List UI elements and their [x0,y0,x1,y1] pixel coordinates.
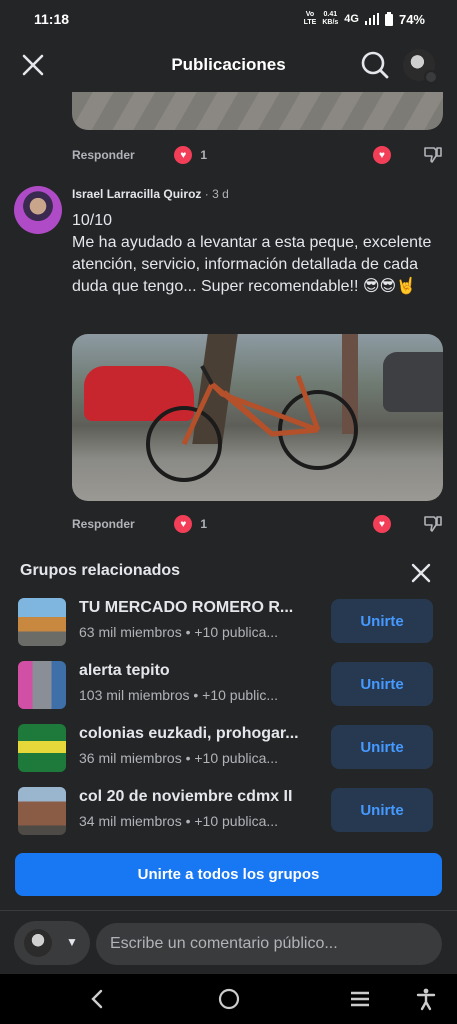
recent-apps-icon[interactable] [348,987,372,1011]
groups-title: Grupos relacionados [20,562,181,579]
love-react-button-icon[interactable]: ♥ [373,146,391,164]
comment-text: 10/10 Me ha ayudado a levantar a esta pe… [72,210,432,298]
network-speed-value: 0.41 [323,11,338,18]
caret-down-icon: ▼ [66,935,78,949]
comment-author[interactable]: Israel Larracilla Quiroz · 3 d [72,187,229,201]
avatar [24,929,52,957]
battery-icon [384,12,393,26]
group-name[interactable]: col 20 de noviembre cdmx II [79,788,309,806]
love-reaction-icon: ♥ [174,515,193,533]
author-avatar[interactable] [14,186,62,234]
search-icon[interactable] [360,50,390,80]
previous-comment-photo[interactable] [72,92,443,130]
signal-icon [364,13,379,25]
reply-button[interactable]: Responder [72,517,135,531]
close-icon[interactable] [20,52,46,78]
volte-indicator: Vo LTE [303,11,317,26]
profile-avatar-button[interactable] [403,49,438,84]
love-reaction-icon: ♥ [174,146,193,164]
app-bar: Publicaciones [0,38,457,92]
join-group-button[interactable]: Unirte [331,725,433,769]
reaction-count[interactable]: 1 [200,148,207,162]
chevron-down-icon [424,70,438,84]
battery-percent: 74% [398,11,425,27]
group-name[interactable]: TU MERCADO ROMERO R... [79,599,309,617]
comment-photo[interactable] [72,334,443,501]
comment-body: Me ha ayudado a levantar a esta peque, e… [72,234,432,295]
group-meta: 34 mil miembros • +10 publica... [79,813,279,829]
join-all-groups-button[interactable]: Unirte a todos los grupos [15,853,442,896]
group-thumbnail [18,598,66,646]
comment-actions: Responder ♥ 1 ♥ [72,512,443,536]
comment-rating: 10/10 [72,212,113,229]
network-speed-unit: KB/s [322,19,339,26]
love-react-button-icon[interactable]: ♥ [373,515,391,533]
page-title: Publicaciones [171,55,286,74]
status-bar: 11:18 Vo LTE 0.41 KB/s 4G 74% [0,0,457,38]
previous-comment-actions: Responder ♥ 1 ♥ [72,143,443,167]
network-type: 4G [344,13,359,25]
join-group-button[interactable]: Unirte [331,788,433,832]
dislike-icon[interactable] [423,145,443,165]
comment-composer: ▼ [0,910,457,974]
back-icon[interactable] [86,987,110,1011]
group-item[interactable]: TU MERCADO ROMERO R... 63 mil miembros •… [18,597,438,647]
group-name[interactable]: colonias euzkadi, prohogar... [79,725,309,743]
group-thumbnail [18,661,66,709]
join-group-button[interactable]: Unirte [331,599,433,643]
group-thumbnail [18,724,66,772]
comment-time: · 3 d [204,187,229,201]
status-icons: Vo LTE 0.41 KB/s 4G 74% [304,11,425,27]
group-item[interactable]: col 20 de noviembre cdmx II 34 mil miemb… [18,786,438,836]
author-name[interactable]: Israel Larracilla Quiroz [72,187,201,201]
comment-input[interactable] [96,923,442,965]
group-meta: 103 mil miembros • +10 public... [79,687,279,703]
reaction-count[interactable]: 1 [200,517,207,531]
reply-button[interactable]: Responder [72,148,135,162]
close-icon[interactable] [410,562,432,584]
join-group-button[interactable]: Unirte [331,662,433,706]
group-name[interactable]: alerta tepito [79,662,309,680]
identity-switcher[interactable]: ▼ [14,921,90,965]
group-meta: 36 mil miembros • +10 publica... [79,750,279,766]
group-item[interactable]: alerta tepito 103 mil miembros • +10 pub… [18,660,438,710]
status-time: 11:18 [34,11,70,27]
home-icon[interactable] [217,987,241,1011]
system-nav-bar [0,974,457,1024]
dislike-icon[interactable] [423,514,443,534]
group-thumbnail [18,787,66,835]
accessibility-icon[interactable] [414,987,438,1011]
group-item[interactable]: colonias euzkadi, prohogar... 36 mil mie… [18,723,438,773]
network-speed: 0.41 KB/s [322,11,338,27]
group-meta: 63 mil miembros • +10 publica... [79,624,279,640]
bike-frame [181,365,321,446]
